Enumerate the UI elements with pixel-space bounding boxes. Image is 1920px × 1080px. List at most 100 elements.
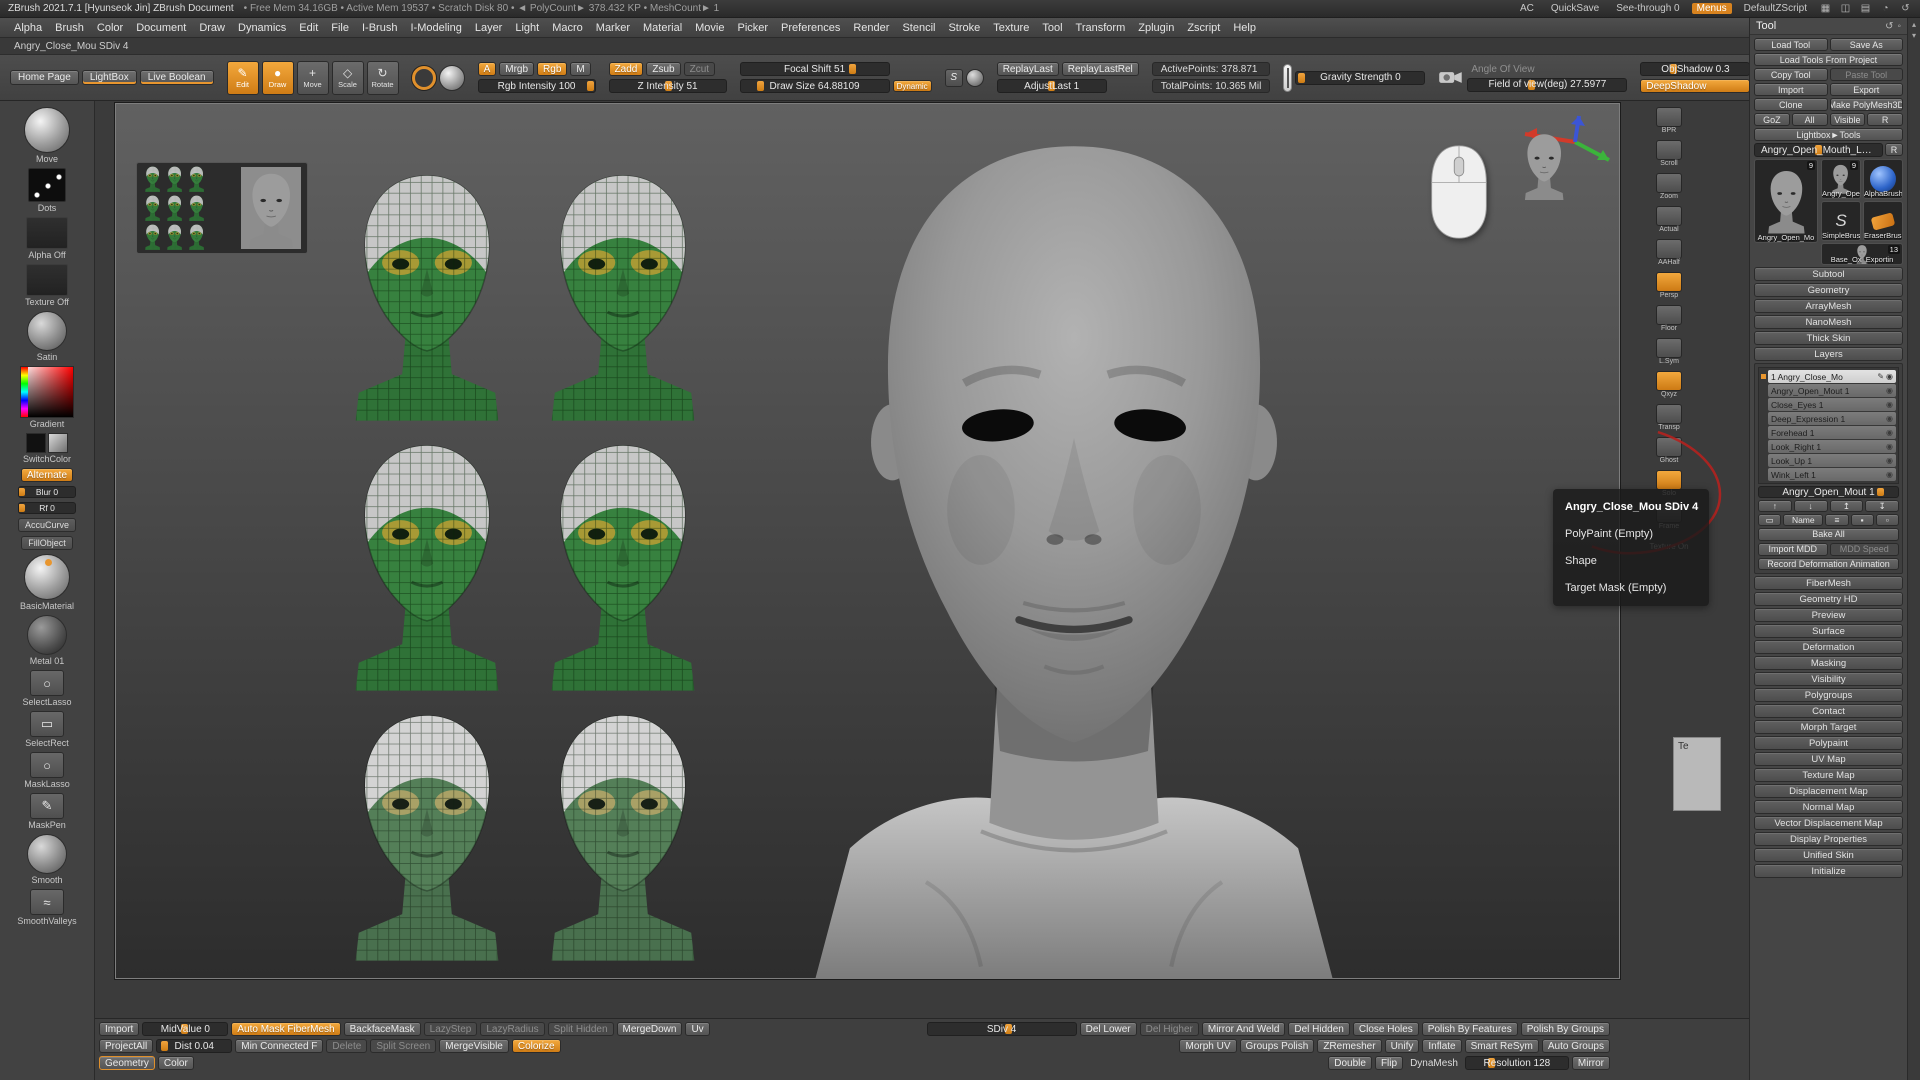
section-geometry-hd[interactable]: Geometry HD [1754,592,1903,606]
mergevisible-button[interactable]: MergeVisible [439,1039,509,1053]
double-button[interactable]: Double [1328,1056,1372,1070]
auto-groups-button[interactable]: Auto Groups [1542,1039,1610,1053]
del-higher-button[interactable]: Del Higher [1140,1022,1199,1036]
layer-forehead-1[interactable]: Forehead 1◉ [1768,426,1896,439]
resolution-128-slider[interactable]: Resolution 128 [1465,1056,1569,1070]
grid-icon[interactable]: ▦ [1819,3,1832,14]
clone-button[interactable]: Clone [1754,98,1828,111]
eraserbrush-thumbnail[interactable]: EraserBrush [1863,201,1903,241]
layer-close-eyes-1[interactable]: Close_Eyes 1◉ [1768,398,1896,411]
shelf-zoom[interactable]: Zoom [1656,173,1682,200]
tool-r-button[interactable]: R [1885,143,1903,156]
polish-by-features-button[interactable]: Polish By Features [1422,1022,1518,1036]
gravity-icon[interactable] [1283,64,1292,92]
stroke-ring-icon[interactable] [412,66,436,90]
section-layers[interactable]: Layers [1754,347,1903,361]
timer-icon[interactable]: ◔ [1879,3,1892,14]
alphabrush-thumbnail[interactable]: AlphaBrush [1863,159,1903,199]
quicksave-button[interactable]: QuickSave [1546,3,1604,14]
menu-macro[interactable]: Macro [546,20,589,36]
smooth-sphere[interactable] [27,834,67,874]
menu-layer[interactable]: Layer [469,20,509,36]
stroke-preview-icon[interactable] [28,168,66,202]
section-nanomesh[interactable]: NanoMesh [1754,315,1903,329]
import-button[interactable]: Import [99,1022,139,1036]
shelf-ghost[interactable]: Ghost [1656,437,1682,464]
menus-button[interactable]: Menus [1692,3,1732,14]
unify-button[interactable]: Unify [1385,1039,1420,1053]
menu-color[interactable]: Color [91,20,129,36]
menu-zscript[interactable]: Zscript [1181,20,1226,36]
section-display-properties[interactable]: Display Properties [1754,832,1903,846]
load-tools-from-project-button[interactable]: Load Tools From Project [1754,53,1903,66]
layer-deep-expression-1[interactable]: Deep_Expression 1◉ [1768,412,1896,425]
delete-button[interactable]: Delete [326,1039,367,1053]
import-button[interactable]: Import [1754,83,1828,96]
layer-tool-3[interactable]: ▪ [1851,514,1874,526]
layer-arrow-1[interactable]: ↓ [1794,500,1828,512]
panel-history-icon[interactable]: ↺ [1885,21,1893,32]
shelf-scroll[interactable]: Scroll [1656,140,1682,167]
flip-button[interactable]: Flip [1375,1056,1403,1070]
selectlasso-icon[interactable]: ○ [30,670,64,696]
make-polymesh3d-button[interactable]: Make PolyMesh3D [1830,98,1904,111]
rgb-button[interactable]: Rgb [537,62,567,76]
bake-all-button[interactable]: Bake All [1758,528,1899,540]
palette-icon[interactable]: ▤ [1859,3,1872,14]
popup-item-polypaint-empty[interactable]: PolyPaint (Empty) [1565,528,1697,540]
menu-document[interactable]: Document [130,20,192,36]
split-screen-button[interactable]: Split Screen [370,1039,436,1053]
section-surface[interactable]: Surface [1754,624,1903,638]
projectall-button[interactable]: ProjectAll [99,1039,153,1053]
menu-brush[interactable]: Brush [49,20,90,36]
menu-i-brush[interactable]: I-Brush [356,20,403,36]
orientation-gizmo[interactable] [1501,108,1613,200]
layer-eye-icon[interactable]: ◉ [1886,456,1893,465]
menu-light[interactable]: Light [509,20,545,36]
layer-arrow-0[interactable]: ↑ [1758,500,1792,512]
shelf-transp[interactable]: Transp [1656,404,1682,431]
adjust-last-slider[interactable]: AdjustLast 1 [997,79,1107,93]
menu-stencil[interactable]: Stencil [896,20,941,36]
focal-shift-slider[interactable]: Focal Shift 51 [740,62,890,76]
expression-variant-5[interactable] [334,698,520,966]
scroll-up-icon[interactable]: ▴ [1912,20,1916,29]
zcut-button[interactable]: Zcut [684,62,715,76]
layer-tool-4[interactable]: ▫ [1876,514,1899,526]
expression-variant-4[interactable] [530,428,716,696]
colorize-button[interactable]: Colorize [512,1039,561,1053]
layer-eye-icon[interactable]: ◉ [1886,442,1893,451]
stroke-curve-icon[interactable]: S [945,69,963,87]
menu-i-modeling[interactable]: I-Modeling [404,20,467,36]
menu-file[interactable]: File [325,20,355,36]
color-picker[interactable] [20,366,74,418]
section-polygroups[interactable]: Polygroups [1754,688,1903,702]
menu-preferences[interactable]: Preferences [775,20,846,36]
layer-arrow-3[interactable]: ↧ [1865,500,1899,512]
menu-picker[interactable]: Picker [731,20,774,36]
history-icon[interactable]: ↺ [1899,3,1912,14]
popup-item-target-mask-empty[interactable]: Target Mask (Empty) [1565,582,1697,594]
menu-movie[interactable]: Movie [689,20,730,36]
morph-uv-button[interactable]: Morph UV [1179,1039,1236,1053]
alpha-off-swatch[interactable] [26,217,68,249]
mirror-button[interactable]: Mirror [1572,1056,1610,1070]
shelf-aahalf[interactable]: AAHalf [1656,239,1682,266]
section-subtool[interactable]: Subtool [1754,267,1903,281]
layer-eye-icon[interactable]: ◉ [1886,428,1893,437]
dist-0-04-slider[interactable]: Dist 0.04 [156,1039,232,1053]
mrgb-button[interactable]: Mrgb [499,62,534,76]
section-morph-target[interactable]: Morph Target [1754,720,1903,734]
rf-0-slider[interactable]: Rf 0 [18,502,76,514]
section-polypaint[interactable]: Polypaint [1754,736,1903,750]
simplebrush-thumbnail[interactable]: SSimpleBrush [1821,201,1861,241]
close-holes-button[interactable]: Close Holes [1353,1022,1419,1036]
section-displacement-map[interactable]: Displacement Map [1754,784,1903,798]
masklasso-icon[interactable]: ○ [30,752,64,778]
section-uv-map[interactable]: UV Map [1754,752,1903,766]
load-tool-button[interactable]: Load Tool [1754,38,1828,51]
section-contact[interactable]: Contact [1754,704,1903,718]
layer-eye-icon[interactable]: ◉ [1886,386,1893,395]
edit-button[interactable]: ✎Edit [227,61,259,95]
menu-marker[interactable]: Marker [590,20,636,36]
